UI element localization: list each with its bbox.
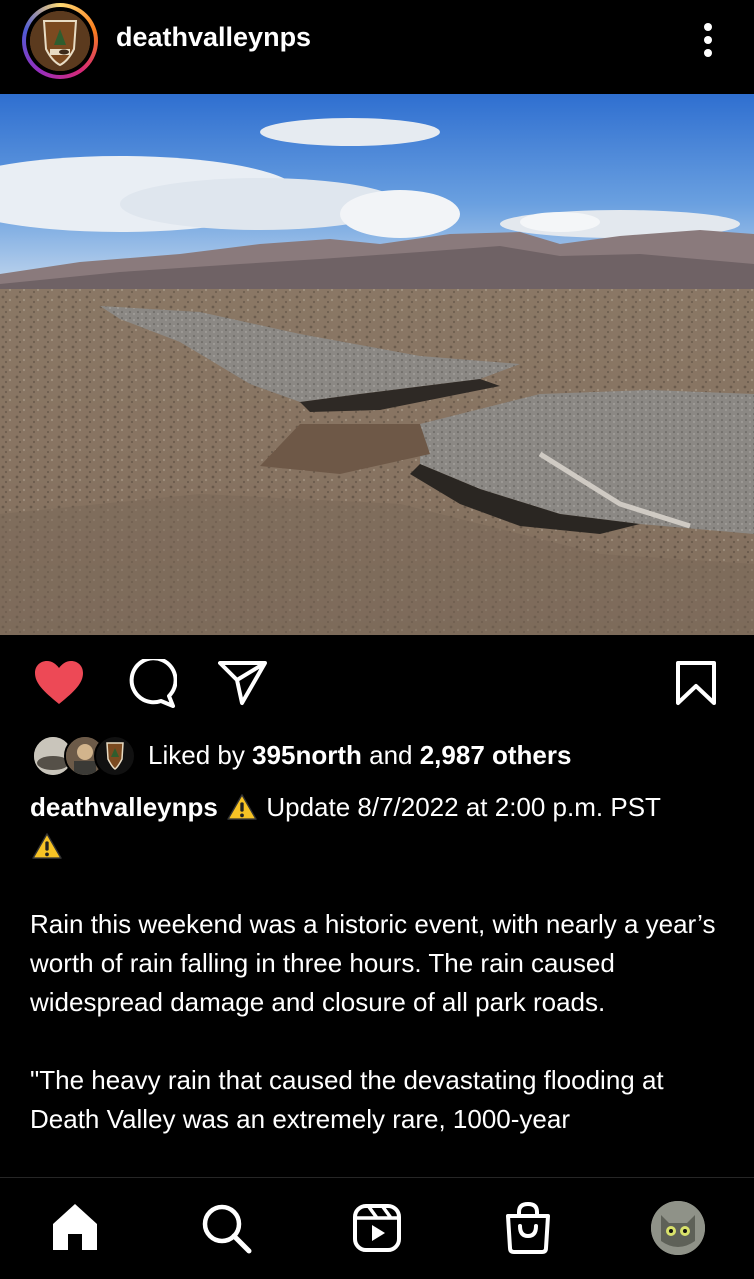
nav-reels[interactable] [347,1198,407,1258]
share-icon[interactable] [218,660,268,706]
liker-avatar [94,735,136,777]
account-avatar[interactable] [22,3,98,79]
nps-arrowhead-logo [30,11,90,71]
heart-icon[interactable] [33,660,85,706]
search-icon [202,1204,252,1254]
nav-search[interactable] [196,1198,256,1258]
profile-avatar-image [651,1201,705,1255]
caption-username[interactable]: deathvalleynps [30,792,218,822]
caption-paragraph-2: "The heavy rain that caused the devastat… [30,1065,664,1134]
post-username[interactable]: deathvalleynps [116,22,311,53]
post-header: deathvalleynps [0,0,754,94]
shop-icon [506,1201,550,1254]
likes-count[interactable]: 2,987 others [420,740,572,770]
reels-icon [353,1204,401,1252]
nav-home[interactable] [45,1198,105,1258]
liker-username[interactable]: 395north [252,740,362,770]
bottom-navigation [0,1177,754,1279]
caption-paragraph-1: Rain this weekend was a historic event, … [30,909,716,1017]
warning-emoji-icon [227,794,257,820]
more-vertical-icon[interactable] [690,18,726,62]
home-icon [53,1204,97,1250]
post-image[interactable] [0,94,754,635]
post-caption: deathvalleynps Update 8/7/2022 at 2:00 p… [30,788,730,1139]
nav-profile-avatar[interactable] [651,1201,705,1255]
likes-summary[interactable]: Liked by 395north and 2,987 others [148,740,571,771]
caption-update: Update 8/7/2022 at 2:00 p.m. PST [266,792,661,822]
likes-and: and [361,740,420,770]
warning-emoji-icon [32,833,62,859]
bookmark-icon[interactable] [675,660,717,706]
nav-shop[interactable] [498,1198,558,1258]
likes-prefix: Liked by [148,740,253,770]
comment-icon[interactable] [127,659,177,709]
